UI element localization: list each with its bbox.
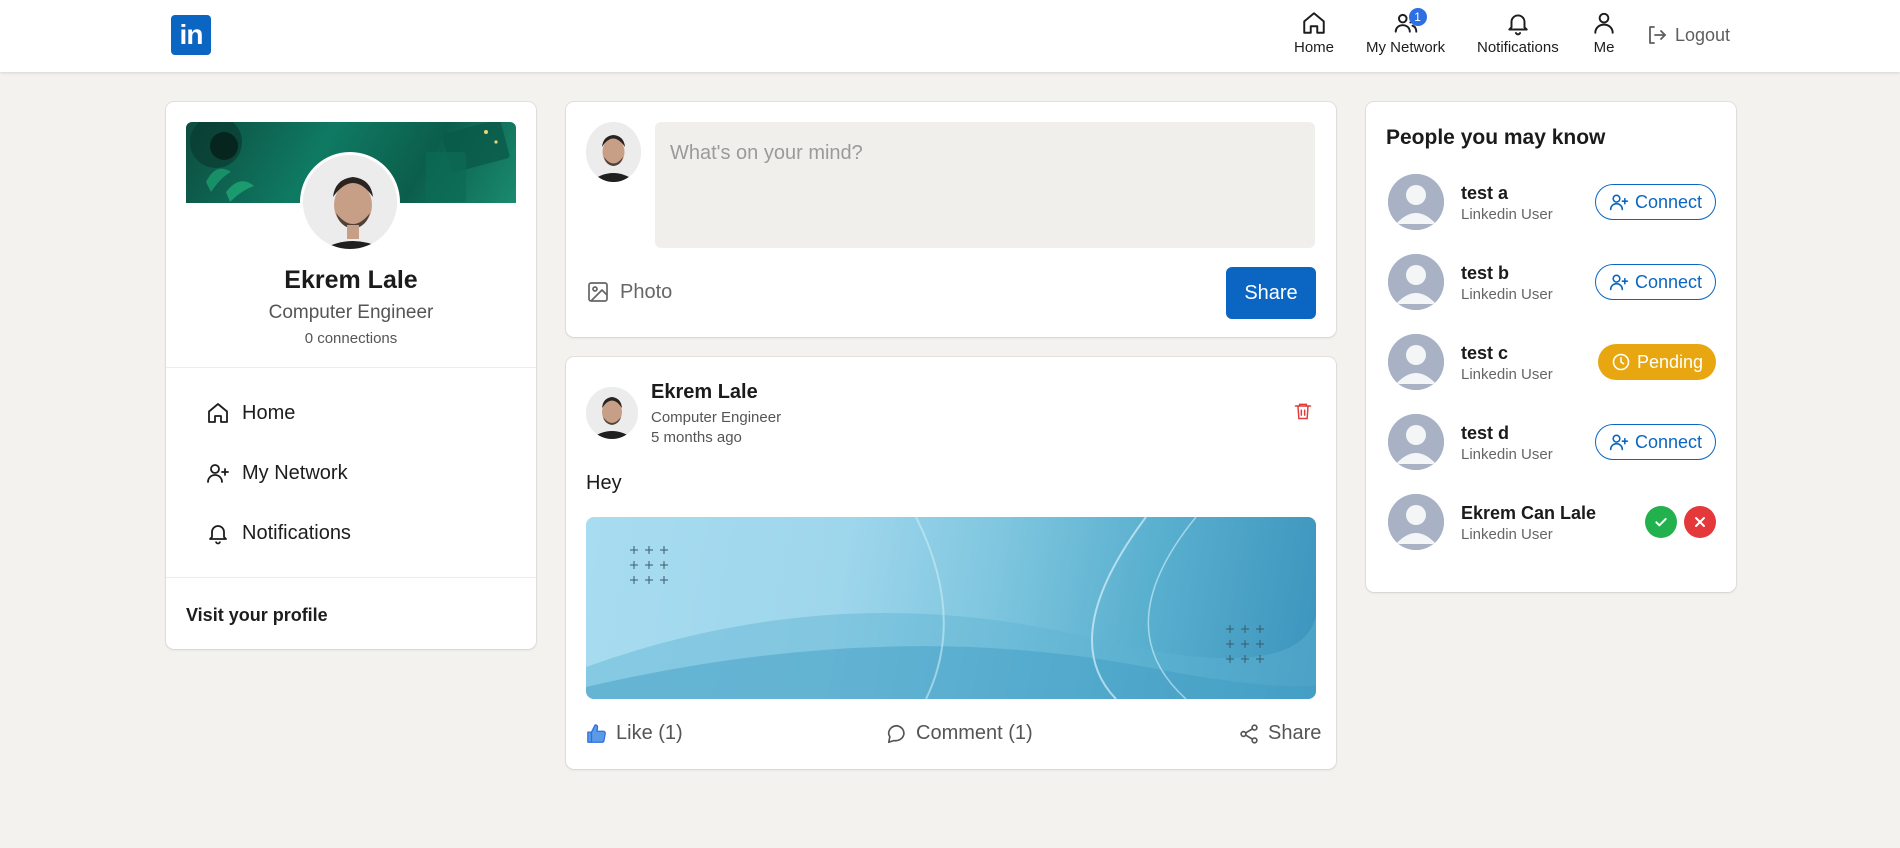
profile-connections[interactable]: 0 connections — [166, 330, 536, 347]
linkedin-logo[interactable]: in — [171, 15, 211, 55]
home-icon — [1301, 10, 1327, 36]
divider — [166, 367, 536, 368]
image-icon — [586, 280, 610, 304]
post-timestamp: 5 months ago — [651, 429, 742, 446]
people-you-may-know-card: People you may know test a Linkedin User… — [1366, 102, 1736, 592]
connect-label: Connect — [1634, 271, 1703, 292]
person-avatar[interactable] — [1388, 414, 1444, 470]
connect-label: Connect — [1634, 431, 1703, 452]
person-name[interactable]: test a — [1461, 183, 1508, 204]
pending-button[interactable]: Pending — [1598, 344, 1716, 380]
logout-icon — [1645, 23, 1669, 47]
post-author-name[interactable]: Ekrem Lale — [651, 381, 758, 404]
network-icon: 1 — [1393, 8, 1427, 36]
close-icon — [1692, 514, 1708, 530]
nav-notifications[interactable]: Notifications — [1477, 10, 1559, 60]
post-image[interactable] — [586, 517, 1316, 699]
bell-icon — [206, 521, 230, 545]
sidebar-item-label: Notifications — [242, 521, 351, 544]
person-subtitle: Linkedin User — [1461, 286, 1553, 303]
thumbs-up-icon — [586, 723, 608, 745]
person-avatar[interactable] — [1388, 254, 1444, 310]
people-title: People you may know — [1386, 126, 1606, 149]
accept-request-button[interactable] — [1645, 506, 1677, 538]
like-button[interactable]: Like (1) — [586, 722, 683, 745]
bell-icon — [1505, 10, 1531, 36]
add-user-icon — [1609, 432, 1629, 452]
add-user-icon — [1609, 272, 1629, 292]
user-icon — [1591, 10, 1617, 36]
nav-my-network[interactable]: 1 My Network — [1366, 8, 1446, 60]
connect-button[interactable]: Connect — [1595, 264, 1716, 300]
person-subtitle: Linkedin User — [1461, 206, 1553, 223]
sidebar-item-label: Home — [242, 401, 296, 424]
top-navbar: in Home 1 My Network Notifications Me Lo… — [0, 0, 1900, 72]
share-post-button[interactable]: Share — [1226, 267, 1316, 319]
sidebar-item-notifications[interactable]: Notifications — [206, 518, 351, 548]
person-avatar[interactable] — [1388, 494, 1444, 550]
nav-home[interactable]: Home — [1294, 10, 1334, 60]
profile-card: Ekrem Lale Computer Engineer 0 connectio… — [166, 102, 536, 649]
add-user-icon — [206, 461, 230, 485]
check-icon — [1653, 514, 1669, 530]
post-composer: Photo Share — [566, 102, 1336, 337]
nav-my-network-label: My Network — [1366, 39, 1446, 56]
visit-profile-link[interactable]: Visit your profile — [186, 605, 328, 626]
trash-icon — [1293, 400, 1313, 422]
home-icon — [206, 401, 230, 425]
connect-button[interactable]: Connect — [1595, 184, 1716, 220]
comment-button[interactable]: Comment (1) — [886, 722, 1033, 745]
sidebar-item-label: My Network — [242, 461, 348, 484]
person-avatar[interactable] — [1388, 334, 1444, 390]
network-badge: 1 — [1408, 8, 1427, 26]
comment-label: Comment (1) — [916, 722, 1033, 744]
person-subtitle: Linkedin User — [1461, 366, 1553, 383]
add-photo-button[interactable]: Photo — [586, 280, 672, 304]
connect-button[interactable]: Connect — [1595, 424, 1716, 460]
add-user-icon — [1609, 192, 1629, 212]
person-subtitle: Linkedin User — [1461, 526, 1553, 543]
post-input[interactable] — [655, 122, 1315, 248]
person-subtitle: Linkedin User — [1461, 446, 1553, 463]
share-button[interactable]: Share — [1238, 722, 1321, 745]
logout-button[interactable]: Logout — [1645, 22, 1730, 48]
delete-post-button[interactable] — [1293, 400, 1313, 422]
nav-me[interactable]: Me — [1591, 10, 1617, 60]
nav-me-label: Me — [1593, 39, 1615, 56]
reject-request-button[interactable] — [1684, 506, 1716, 538]
profile-avatar[interactable] — [300, 152, 400, 252]
post-text: Hey — [586, 472, 622, 494]
nav-notifications-label: Notifications — [1477, 39, 1559, 56]
comment-icon — [886, 723, 908, 745]
nav-home-label: Home — [1294, 39, 1335, 56]
post-card: Ekrem Lale Computer Engineer 5 months ag… — [566, 357, 1336, 769]
connect-label: Connect — [1634, 191, 1703, 212]
profile-name: Ekrem Lale — [284, 266, 418, 294]
share-icon — [1238, 723, 1260, 745]
person-name[interactable]: test d — [1461, 423, 1509, 444]
person-name[interactable]: test b — [1461, 263, 1509, 284]
sidebar-item-my-network[interactable]: My Network — [206, 458, 348, 488]
photo-label: Photo — [620, 280, 673, 303]
person-name[interactable]: test c — [1461, 343, 1508, 364]
person-avatar[interactable] — [1388, 174, 1444, 230]
like-label: Like (1) — [616, 722, 683, 744]
post-author-avatar[interactable] — [586, 387, 638, 439]
share-label: Share — [1268, 722, 1322, 744]
divider — [166, 577, 536, 578]
logout-label: Logout — [1675, 24, 1731, 45]
clock-icon — [1611, 352, 1631, 372]
pending-label: Pending — [1636, 351, 1704, 372]
profile-title: Computer Engineer — [268, 302, 434, 323]
person-name[interactable]: Ekrem Can Lale — [1461, 503, 1596, 524]
post-author-title: Computer Engineer — [651, 409, 782, 426]
sidebar-item-home[interactable]: Home — [206, 398, 295, 428]
composer-avatar — [586, 122, 641, 182]
